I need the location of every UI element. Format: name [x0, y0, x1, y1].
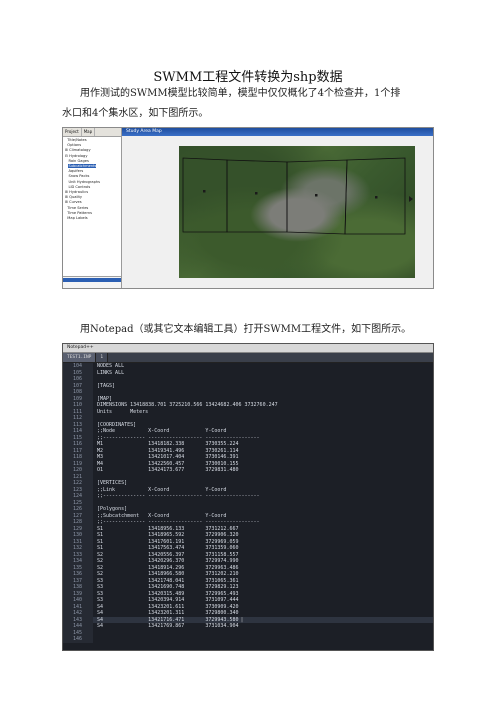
tab-project[interactable]: Project [63, 128, 82, 136]
project-browser-panel: Project Map Title/Notes Options ⊞ Climato… [63, 128, 122, 288]
junction-m2 [255, 192, 258, 195]
line-text: Units Meters [97, 408, 149, 415]
line-text: ;;-------------- ------------------ ----… [97, 493, 260, 499]
subcatchment-s2 [226, 159, 288, 233]
line-text: O1 13424173.677 3729831.480 [97, 467, 239, 473]
paragraph-2: 用Notepad（或其它文本编辑工具）打开SWMM工程文件，如下图所示。 [80, 324, 412, 335]
junction-m1 [203, 190, 206, 193]
junction-m4 [375, 196, 378, 199]
satellite-map-image[interactable] [179, 146, 415, 278]
project-tree: Title/Notes Options ⊞ Climatology ⊟ Hydr… [65, 138, 120, 221]
subcatchment-s1 [182, 157, 228, 233]
subcatchment-s3 [286, 159, 348, 235]
line-text [93, 636, 97, 643]
tab-new[interactable]: 1 [96, 353, 109, 362]
editor-tabs: TEST1.INP 1 [63, 353, 433, 363]
line-number: 146 [63, 636, 93, 643]
study-area-map-window: Study Area Map [122, 128, 433, 288]
browser-tabs: Project Map [63, 128, 121, 137]
line-text: LINKS ALL [97, 369, 125, 376]
editor-menu-bar: Notepad++ [63, 344, 433, 353]
document-title: SWMM工程文件转换为shp数据 [153, 70, 343, 85]
paragraph-1-line-2: 水口和4个集水区，如下图所示。 [62, 108, 209, 119]
subcatchment-polygons [182, 157, 413, 235]
swmm-screenshot: Project Map Title/Notes Options ⊞ Climato… [62, 127, 434, 289]
outfall-o1 [409, 196, 413, 202]
code-editor[interactable]: 104 NODES ALL 105 LINKS ALL 106 107 [TAGS] 108 1… [63, 363, 433, 643]
junction-m3 [315, 194, 318, 197]
code-line[interactable]: 146 [63, 636, 433, 643]
tab-file[interactable]: TEST1.INP [63, 353, 97, 362]
notepad-screenshot: Notepad++ TEST1.INP 1 104 NODES ALL 105 LINK… [62, 343, 434, 651]
tab-map[interactable]: Map [82, 128, 96, 136]
tree-item[interactable]: Map Labels [65, 216, 120, 221]
selected-object[interactable] [63, 278, 121, 282]
map-window-title: Study Area Map [122, 128, 433, 136]
paragraph-1-line-1: 用作测试的SWMM模型比较简单，模型中仅仅概化了4个检查井，1个排 [80, 88, 401, 99]
object-list-panel [63, 276, 121, 288]
line-text: S4 13421769.867 3731034.904 [97, 623, 239, 629]
